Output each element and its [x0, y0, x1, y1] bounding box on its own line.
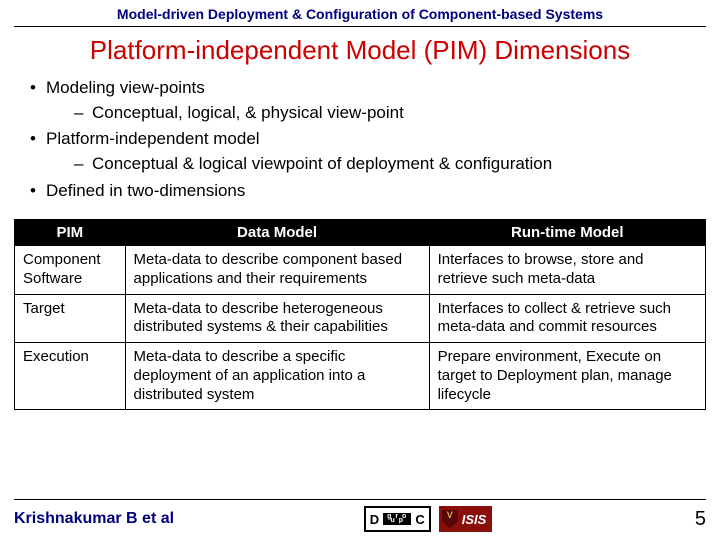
- th-data-model: Data Model: [125, 220, 429, 246]
- table-row: Target Meta-data to describe heterogeneo…: [15, 294, 706, 343]
- bullet-item: Defined in two-dimensions: [30, 179, 702, 204]
- row-label: Component Software: [15, 246, 126, 295]
- logo-doc-d: D: [366, 512, 383, 527]
- logo-isis-text: ISIS: [462, 512, 487, 527]
- th-runtime-model: Run-time Model: [429, 220, 705, 246]
- bullet-list: Modeling view-points Conceptual, logical…: [0, 76, 720, 215]
- logo-doc-c: C: [411, 512, 428, 527]
- slide-header: Model-driven Deployment & Configuration …: [0, 0, 720, 26]
- logo-doc-mid-bot: u p: [390, 519, 404, 523]
- logo-doc: D g r o u p C: [364, 506, 431, 532]
- row-label: Target: [15, 294, 126, 343]
- logo-isis: ISIS: [439, 506, 493, 532]
- bullet-item: Platform-independent model Conceptual & …: [30, 127, 702, 176]
- row-label: Execution: [15, 343, 126, 410]
- bullet-text: Defined in two-dimensions: [46, 181, 245, 200]
- cell-runtime-model: Interfaces to collect & retrieve such me…: [429, 294, 705, 343]
- slide-footer: Krishnakumar B et al D g r o u p C ISIS …: [0, 499, 720, 532]
- bullet-text: Platform-independent model: [46, 129, 260, 148]
- table-row: Execution Meta-data to describe a specif…: [15, 343, 706, 410]
- cell-data-model: Meta-data to describe a specific deploym…: [125, 343, 429, 410]
- cell-data-model: Meta-data to describe component based ap…: [125, 246, 429, 295]
- subbullet-item: Conceptual & logical viewpoint of deploy…: [74, 152, 702, 177]
- bullet-text: Modeling view-points: [46, 78, 205, 97]
- cell-runtime-model: Interfaces to browse, store and retrieve…: [429, 246, 705, 295]
- slide-title: Platform-independent Model (PIM) Dimensi…: [0, 27, 720, 76]
- footer-logos: D g r o u p C ISIS: [364, 506, 493, 532]
- table-header-row: PIM Data Model Run-time Model: [15, 220, 706, 246]
- th-pim: PIM: [15, 220, 126, 246]
- subbullet-item: Conceptual, logical, & physical view-poi…: [74, 101, 702, 126]
- footer-author: Krishnakumar B et al: [14, 510, 174, 528]
- shield-icon: [442, 510, 458, 528]
- logo-doc-mid: g r o u p: [383, 513, 411, 525]
- bullet-item: Modeling view-points Conceptual, logical…: [30, 76, 702, 125]
- page-number: 5: [682, 508, 706, 531]
- pim-table: PIM Data Model Run-time Model Component …: [14, 219, 706, 410]
- cell-runtime-model: Prepare environment, Execute on target t…: [429, 343, 705, 410]
- footer-rule: [14, 499, 706, 500]
- cell-data-model: Meta-data to describe heterogeneous dist…: [125, 294, 429, 343]
- table-row: Component Software Meta-data to describe…: [15, 246, 706, 295]
